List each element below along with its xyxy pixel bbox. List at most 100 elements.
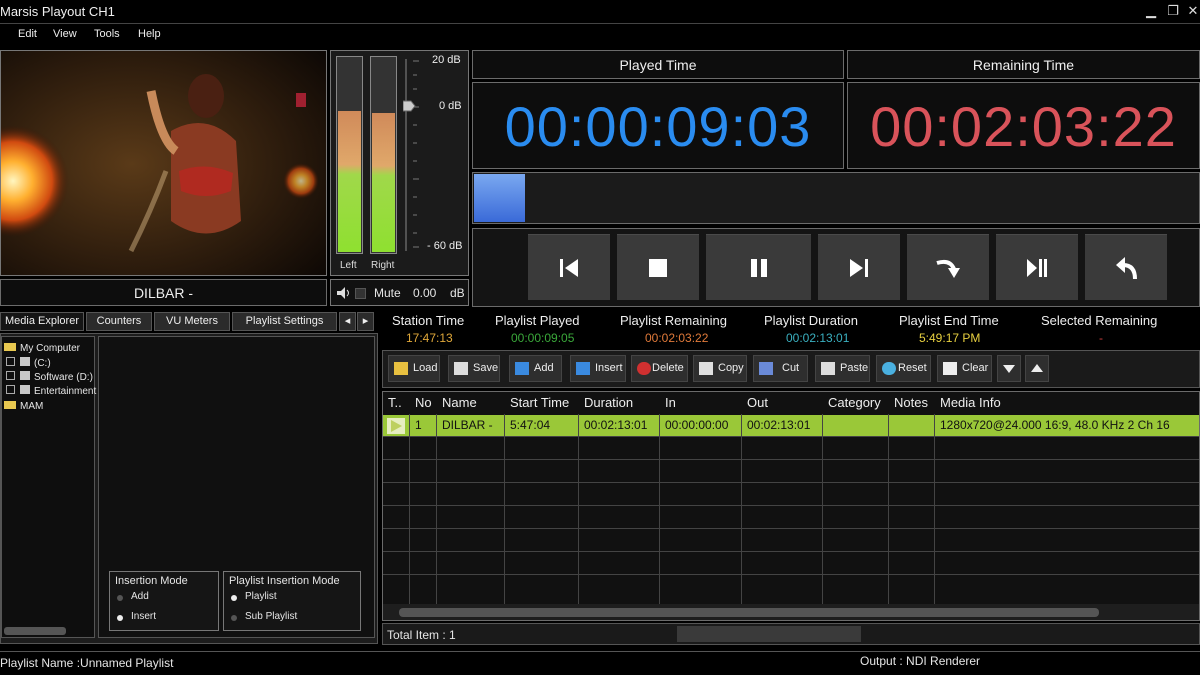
col-name[interactable]: Name: [437, 392, 477, 414]
volume-slider-handle[interactable]: [403, 100, 416, 112]
total-items: Total Item : 1: [387, 628, 456, 642]
vu-bar-left: [336, 56, 363, 254]
delete-button[interactable]: Delete: [631, 355, 688, 382]
volume-scale: [403, 59, 419, 251]
footer-scroll-thumb[interactable]: [677, 626, 861, 642]
col-media-info[interactable]: Media Info: [935, 392, 1001, 414]
copy-icon: [699, 362, 713, 375]
tree-item-d-drive[interactable]: Software (D:): [6, 371, 93, 383]
vu-meter-panel: Left Right 20 dB 0 dB - 60 dB: [330, 50, 469, 276]
insert-button[interactable]: Insert: [570, 355, 626, 382]
load-button[interactable]: Load: [388, 355, 440, 382]
tab-scroll-right[interactable]: ▸: [357, 312, 374, 331]
no-entry-icon: [637, 362, 651, 375]
playlist-duration-label: Playlist Duration: [764, 313, 858, 328]
selected-remaining-value: -: [1099, 331, 1103, 345]
restore-button[interactable]: ❐: [1162, 2, 1184, 20]
move-up-button[interactable]: [1025, 355, 1049, 382]
close-button[interactable]: ✕: [1182, 2, 1200, 20]
tree-scrollbar[interactable]: [4, 627, 66, 635]
tab-media-explorer[interactable]: Media Explorer: [0, 312, 84, 331]
drive-icon: [20, 385, 30, 394]
clip-name: DILBAR -: [0, 279, 327, 306]
remaining-time-value: 00:02:03:22: [847, 82, 1200, 169]
tab-playlist-settings[interactable]: Playlist Settings: [232, 312, 337, 331]
folder-icon: [4, 343, 16, 351]
tree-item-entertainment[interactable]: Entertainment: [6, 385, 96, 397]
mute-checkbox[interactable]: [355, 288, 366, 299]
cut-button[interactable]: Cut: [753, 355, 808, 382]
pause-button[interactable]: [706, 234, 811, 300]
tab-scroll-left[interactable]: ◂: [339, 312, 356, 331]
add-button[interactable]: Add: [509, 355, 562, 382]
cell-in: 00:00:00:00: [665, 418, 729, 432]
playlist-remaining-value: 00:02:03:22: [645, 331, 709, 345]
cell-no: 1: [415, 418, 422, 432]
tab-vu-meters[interactable]: VU Meters: [154, 312, 230, 331]
radio-playlist[interactable]: [231, 595, 237, 601]
minimize-button[interactable]: ▁: [1140, 2, 1162, 20]
skip-previous-icon: [560, 258, 578, 277]
drive-icon: [20, 357, 30, 366]
vu-bar-right: [370, 56, 397, 254]
next-button[interactable]: [818, 234, 900, 300]
expand-icon[interactable]: [6, 371, 15, 380]
play-next-button[interactable]: [996, 234, 1078, 300]
tree-item-c-drive[interactable]: (C:): [6, 357, 51, 369]
expand-icon[interactable]: [6, 357, 15, 366]
expand-icon[interactable]: [6, 385, 15, 394]
menu-edit[interactable]: Edit: [18, 28, 37, 40]
copy-button[interactable]: Copy: [693, 355, 747, 382]
playlist-option-label: Playlist: [245, 591, 277, 602]
radio-insert[interactable]: [117, 615, 123, 621]
horizontal-scrollbar-thumb[interactable]: [399, 608, 1099, 617]
volume-unit: dB: [450, 286, 465, 300]
status-bar: Playlist Name :Unnamed Playlist Output :…: [0, 651, 1200, 675]
output-status: Output : NDI Renderer: [860, 654, 981, 668]
save-icon: [454, 362, 468, 375]
col-notes[interactable]: Notes: [889, 392, 928, 414]
radio-add[interactable]: [117, 595, 123, 601]
paste-button[interactable]: Paste: [815, 355, 870, 382]
tab-counters[interactable]: Counters: [86, 312, 152, 331]
col-in[interactable]: In: [660, 392, 676, 414]
tree-item-mam[interactable]: MAM: [4, 401, 43, 412]
col-duration[interactable]: Duration: [579, 392, 633, 414]
insertion-insert-label: Insert: [131, 611, 157, 622]
station-time-label: Station Time: [392, 313, 465, 328]
progress-bar[interactable]: [472, 172, 1200, 224]
col-type[interactable]: T..: [383, 392, 402, 414]
col-category[interactable]: Category: [823, 392, 881, 414]
sub-playlist-option-label: Sub Playlist: [245, 611, 298, 622]
triangle-down-icon: [1003, 365, 1015, 373]
curved-arrow-down-icon: [936, 259, 960, 278]
db-top-label: 20 dB: [432, 54, 461, 66]
col-start-time[interactable]: Start Time: [505, 392, 569, 414]
horizontal-scrollbar-track[interactable]: [383, 604, 1199, 620]
video-preview: [0, 50, 327, 276]
playlist-end-time-value: 5:49:17 PM: [919, 331, 981, 345]
stop-button[interactable]: [617, 234, 699, 300]
previous-button[interactable]: [528, 234, 610, 300]
speaker-icon[interactable]: [335, 285, 351, 301]
playlist-insertion-mode-title: Playlist Insertion Mode: [229, 575, 340, 587]
tree-item-my-computer[interactable]: My Computer: [4, 343, 80, 354]
menu-help[interactable]: Help: [138, 28, 161, 40]
move-down-button[interactable]: [997, 355, 1021, 382]
jump-button[interactable]: [907, 234, 989, 300]
playlist-remaining-label: Playlist Remaining: [620, 313, 727, 328]
vu-fill-right: [372, 112, 395, 252]
clear-button[interactable]: Clear: [937, 355, 992, 382]
playlist-insertion-mode-group: Playlist Insertion Mode Playlist Sub Pla…: [223, 571, 361, 631]
undo-button[interactable]: [1085, 234, 1167, 300]
table-footer: Total Item : 1: [382, 623, 1200, 645]
stop-icon: [649, 258, 667, 277]
reset-button[interactable]: Reset: [876, 355, 931, 382]
mute-label: Mute: [374, 286, 401, 300]
col-out[interactable]: Out: [742, 392, 768, 414]
radio-sub-playlist[interactable]: [231, 615, 237, 621]
menu-view[interactable]: View: [53, 28, 77, 40]
menu-tools[interactable]: Tools: [94, 28, 120, 40]
save-button[interactable]: Save: [448, 355, 500, 382]
col-no[interactable]: No: [410, 392, 432, 414]
